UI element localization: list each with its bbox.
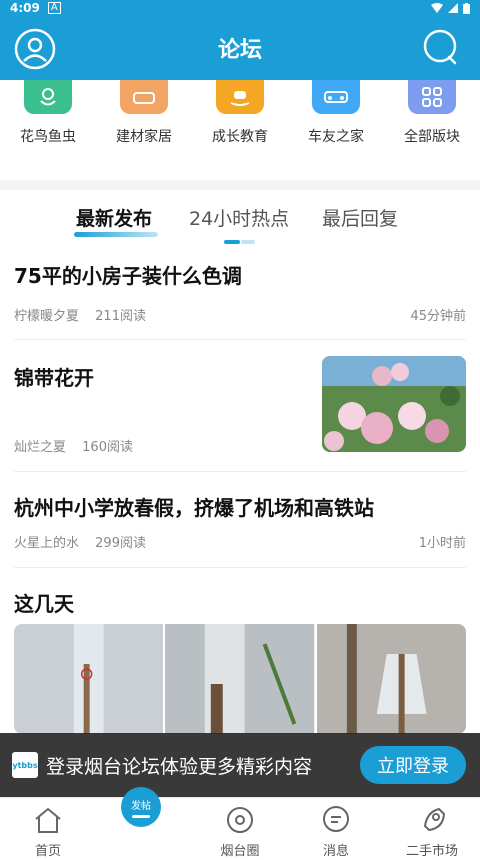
post-item[interactable]: 这几天 [14,568,466,738]
fab-label: 发帖 [131,800,151,812]
message-icon [323,806,349,832]
signal-icon [448,3,458,13]
category-tile [312,80,360,114]
battery-icon [463,2,470,14]
category-tile [216,80,264,114]
search-icon[interactable] [422,28,460,66]
section-divider [0,180,480,190]
nav-label: 烟台圈 [220,844,260,859]
category-row: 花鸟鱼虫 建材家居 成长教育 车友之家 全部版块 [0,80,480,244]
rocking-horse-icon [230,91,250,106]
bottom-nav: 首页 烟台圈 消息 二手市场 [0,797,480,859]
post-meta: 火星上的水 299阅读 [14,532,158,551]
status-bar: 4:09 A [0,0,480,16]
sofa-icon [133,92,155,104]
flower-icon [40,88,56,106]
post-title: 75平的小房子装什么色调 [14,264,242,288]
new-post-button[interactable]: 发帖 [121,787,161,827]
category-item-education[interactable]: 成长教育 [192,80,288,146]
category-label: 成长教育 [212,129,268,145]
nav-messages[interactable]: 消息 [288,798,384,860]
tab-label: 最后回复 [322,208,399,230]
tab-latest[interactable]: 最新发布 [74,204,158,237]
tab-label: 24小时热点 [189,208,290,230]
grid-icon [422,87,442,107]
post-image [14,624,164,734]
post-item[interactable]: 75平的小房子装什么色调 柠檬暖夕夏 211阅读 45分钟前 [14,260,466,340]
login-banner: ytbbs 登录烟台论坛体验更多精彩内容 立即登录 [0,733,480,797]
tab-24h-hot[interactable]: 24小时热点 [189,204,289,231]
nav-home[interactable]: 首页 [0,798,96,860]
category-label: 全部版块 [404,129,460,145]
page-title: 论坛 [217,38,262,63]
banner-text: 登录烟台论坛体验更多精彩内容 [46,755,313,778]
post-author: 火星上的水 [14,536,80,551]
app-logo: ytbbs [12,752,38,778]
category-item-home[interactable]: 建材家居 [96,80,192,146]
post-author: 灿烂之夏 [14,440,67,455]
category-tile [408,80,456,114]
app-header: 论坛 [0,16,480,80]
nav-label: 首页 [34,844,61,859]
category-label: 车友之家 [308,129,364,145]
post-time: 1小时前 [418,536,466,551]
post-tabs: 最新发布 24小时热点 最后回复 [0,196,480,240]
category-label: 花鸟鱼虫 [20,129,76,145]
post-item[interactable]: 杭州中小学放春假，挤爆了机场和高铁站 火星上的水 299阅读 1小时前 [14,472,466,568]
nav-second-hand[interactable]: 二手市场 [384,798,480,860]
home-icon [35,807,61,833]
tab-underline [74,232,158,237]
category-item-flowers[interactable]: 花鸟鱼虫 [0,80,96,146]
circle-eye-icon [227,807,253,833]
category-label: 建材家居 [116,129,172,145]
post-meta: 灿烂之夏 160阅读 [14,436,145,455]
post-thumbnail [322,356,466,452]
post-item[interactable]: 锦带花开 灿烂之夏 160阅读 [14,340,466,472]
fab-bar [132,814,150,818]
post-title: 杭州中小学放春假，挤爆了机场和高铁站 [14,496,374,520]
post-image-strip [14,624,466,734]
user-circle-icon[interactable] [14,28,56,70]
post-author: 柠檬暖夕夏 [14,309,80,324]
wifi-icon [431,3,443,13]
post-views: 211阅读 [95,309,146,324]
tab-label: 最新发布 [76,208,153,230]
post-image [165,624,315,734]
car-icon [324,91,348,103]
post-views: 299阅读 [95,536,146,551]
category-item-all[interactable]: 全部版块 [384,80,480,146]
post-meta: 柠檬暖夕夏 211阅读 [14,305,158,324]
category-tile [24,80,72,114]
category-item-cars[interactable]: 车友之家 [288,80,384,146]
page-indicator [224,240,256,244]
post-title: 这几天 [14,592,74,616]
nav-yantai-circle[interactable]: 烟台圈 [192,798,288,860]
nav-label: 二手市场 [405,844,458,859]
status-icons [431,2,470,14]
post-views: 160阅读 [82,440,133,455]
category-tile [120,80,168,114]
rocket-icon [423,807,446,832]
status-a-badge: A [47,2,61,14]
login-button[interactable]: 立即登录 [360,746,466,784]
nav-label: 消息 [322,844,349,859]
tab-last-reply[interactable]: 最后回复 [322,204,398,231]
post-time: 45分钟前 [410,309,466,324]
status-time: 4:09 [10,1,40,15]
post-image [316,624,466,734]
